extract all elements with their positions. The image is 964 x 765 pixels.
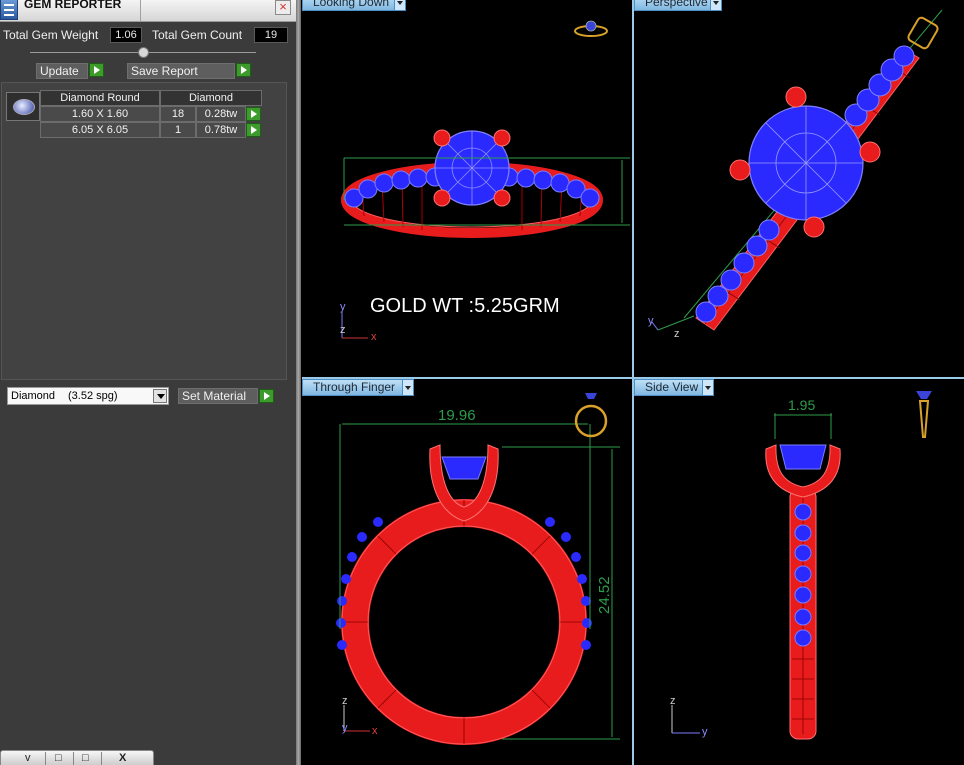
axis-y-label: y	[340, 301, 346, 313]
divider-handle[interactable]	[138, 47, 149, 58]
viewport-divider-vertical[interactable]	[632, 0, 634, 765]
row-1-count[interactable]: 18	[160, 106, 196, 122]
set-material-go-icon[interactable]	[259, 389, 274, 403]
taskbar-restore-button[interactable]: v	[25, 752, 31, 765]
axis-y-label: y	[648, 315, 654, 327]
viewport-perspective[interactable]: y z Perspective	[634, 0, 964, 377]
tab-perspective-label: Perspective	[645, 0, 708, 9]
tab-side-view[interactable]: Side View	[634, 379, 714, 396]
panel-title: GEM REPORTER	[24, 0, 122, 11]
axis-x-label: x	[372, 725, 378, 737]
tab-through-finger[interactable]: Through Finger	[302, 379, 414, 396]
viewport-divider-horizontal[interactable]	[302, 377, 964, 379]
update-go-icon[interactable]	[89, 63, 104, 77]
total-gem-weight-value: 1.06	[110, 27, 142, 43]
total-gem-count-label: Total Gem Count	[152, 28, 243, 42]
chevron-down-icon[interactable]	[702, 380, 713, 395]
row-2-size[interactable]: 6.05 X 6.05	[40, 122, 160, 138]
axis-z-label: z	[674, 328, 680, 340]
row-1-go-icon[interactable]	[246, 107, 261, 121]
viewport-through-finger[interactable]: 19.96 24.52 z y x Through Finger	[302, 379, 632, 765]
save-report-go-icon[interactable]	[236, 63, 251, 77]
tab-side-view-label: Side View	[645, 380, 699, 394]
set-material-button[interactable]: Set Material	[178, 388, 258, 404]
gem-reporter-app-icon	[0, 0, 18, 20]
update-button[interactable]: Update	[36, 63, 88, 79]
total-gem-weight-label: Total Gem Weight	[3, 28, 99, 42]
row-2-go-icon[interactable]	[246, 123, 261, 137]
close-panel-button[interactable]: ×	[275, 0, 291, 15]
material-select-spg: (3.52 spg)	[68, 390, 118, 402]
looking-down-ring-render	[341, 20, 630, 339]
axis-x-label: x	[371, 331, 377, 343]
material-select[interactable]: Diamond (3.52 spg)	[7, 387, 169, 405]
axis-z-label: z	[342, 695, 348, 707]
perspective-ring-render	[651, 9, 943, 331]
axis-y-label: y	[702, 726, 708, 738]
panel-title-bar: GEM REPORTER ×	[0, 0, 296, 22]
gem-list: Diamond Round Diamond 1.60 X 1.60 18 0.2…	[1, 82, 287, 380]
chevron-down-icon[interactable]	[153, 389, 167, 403]
panel-splitter[interactable]	[296, 0, 301, 765]
row-2-count[interactable]: 1	[160, 122, 196, 138]
save-report-button[interactable]: Save Report	[127, 63, 235, 79]
taskbar-separator	[101, 752, 102, 765]
tab-through-finger-label: Through Finger	[313, 380, 396, 394]
row-1-size[interactable]: 1.60 X 1.60	[40, 106, 160, 122]
ring-height-dimension: 24.52	[596, 576, 613, 614]
viewport-looking-down[interactable]: y z x GOLD WT :5.25GRM Looking Down	[302, 0, 632, 377]
gem-thumbnail[interactable]	[6, 92, 40, 121]
axis-y-label: y	[342, 722, 348, 734]
row-1-weight[interactable]: 0.28tw	[196, 106, 246, 122]
taskbar-maximize-button[interactable]: □	[82, 752, 89, 765]
ring-width-dimension: 19.96	[438, 407, 476, 424]
taskbar-separator	[45, 752, 46, 765]
gold-weight-annotation: GOLD WT :5.25GRM	[370, 295, 560, 317]
tab-perspective[interactable]: Perspective	[634, 0, 722, 11]
row-2-weight[interactable]: 0.78tw	[196, 122, 246, 138]
window-taskbar: v □ □ X	[0, 750, 154, 765]
through-finger-ring-render: 19.96 24.52	[336, 393, 620, 745]
axis-z-label: z	[670, 695, 676, 707]
taskbar-minimize-button[interactable]: □	[55, 752, 62, 765]
taskbar-close-button[interactable]: X	[119, 752, 126, 765]
tab-looking-down-label: Looking Down	[313, 0, 390, 9]
tab-looking-down[interactable]: Looking Down	[302, 0, 406, 11]
title-separator	[140, 0, 141, 22]
chevron-down-icon[interactable]	[394, 0, 405, 10]
taskbar-separator	[73, 752, 74, 765]
close-icon: ×	[279, 0, 287, 14]
chevron-down-icon[interactable]	[402, 380, 413, 395]
total-gem-count-value: 19	[254, 27, 288, 43]
viewport-side-view[interactable]: 1.95 z y Side View	[634, 379, 964, 765]
side-view-ring-render: 1.95	[671, 391, 932, 740]
gem-reporter-panel: GEM REPORTER × Total Gem Weight 1.06 Tot…	[0, 0, 296, 765]
round-diamond-icon	[13, 99, 35, 115]
side-width-dimension: 1.95	[788, 397, 815, 413]
material-header: Diamond	[160, 90, 262, 106]
material-select-name: Diamond	[11, 390, 56, 402]
shape-header: Diamond Round	[40, 90, 160, 106]
axis-z-label: z	[340, 324, 346, 336]
chevron-down-icon[interactable]	[710, 0, 721, 10]
